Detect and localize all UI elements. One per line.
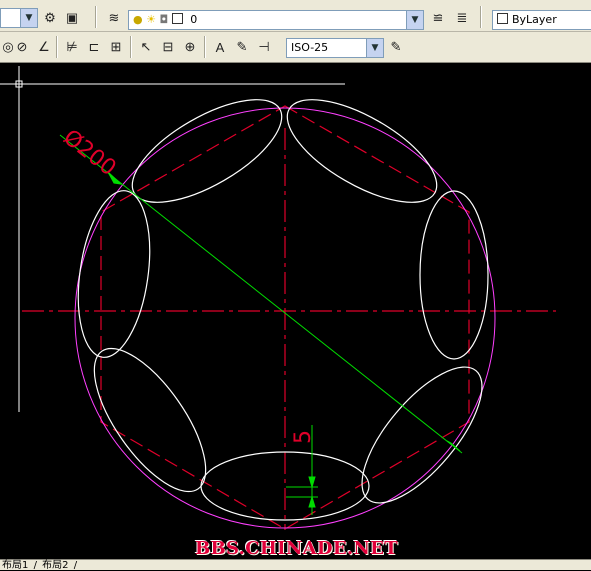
chevron-down-icon[interactable]: ▼ — [406, 11, 423, 29]
chevron-down-icon[interactable]: ▼ — [366, 39, 383, 57]
tab-layout-2[interactable]: 布局2 — [42, 560, 68, 571]
make-current-icon[interactable]: ≌ — [428, 8, 448, 28]
dim-text-edit-icon[interactable]: ✎ — [232, 37, 252, 57]
layer-name: 0 — [190, 13, 198, 26]
gear-icon[interactable]: ⚙ — [40, 8, 60, 28]
dimstyle-select[interactable]: ISO-25 ▼ — [286, 38, 384, 58]
toolbar-separator — [204, 36, 206, 58]
tolerance-icon[interactable]: ⊟ — [158, 37, 178, 57]
continue-dim-icon[interactable]: ⊞ — [106, 37, 126, 57]
dimension-label: 5 — [291, 430, 316, 444]
diameter-dim-icon[interactable]: ⊘ — [12, 37, 32, 57]
center-mark-icon[interactable]: ⊕ — [180, 37, 200, 57]
lock-icon: ◘ — [159, 13, 169, 26]
color-swatch-icon — [497, 13, 508, 24]
layer-manager-icon[interactable]: ≋ — [104, 8, 124, 28]
baseline-dim-icon[interactable]: ⊏ — [84, 37, 104, 57]
tab-separator: / — [73, 560, 78, 571]
toolbar-separator — [130, 36, 132, 58]
toolbar-separator — [95, 6, 97, 28]
dimension-toolbar: ◎ ⊘ ∠ ⊭ ⊏ ⊞ ↖ ⊟ ⊕ A ✎ ⊣ ISO-25 ▼ ✎ — [0, 32, 591, 63]
layer-toolbar: ▼ ⚙ ▣ ≋ ● ☀ ◘ 0 ▼ ≌ ≣ ByLayer — [0, 0, 591, 32]
sun-icon: ☀ — [146, 13, 156, 26]
angular-dim-icon[interactable]: ∠ — [34, 37, 54, 57]
linetype-select[interactable]: ByLayer — [492, 10, 591, 30]
leader-icon[interactable]: ↖ — [136, 37, 156, 57]
dimstyle-label: ISO-25 — [291, 41, 329, 54]
color-swatch-icon — [171, 13, 183, 24]
toolbar-separator — [480, 6, 482, 28]
linetype-label: ByLayer — [512, 13, 557, 26]
layout-tabs: 布局1 / 布局2 / — [0, 559, 591, 571]
tab-separator: / — [33, 560, 37, 571]
toolbar-separator — [56, 36, 58, 58]
dim-style-icon[interactable]: ✎ — [386, 37, 406, 57]
layer-select[interactable]: ● ☀ ◘ 0 ▼ — [128, 10, 424, 30]
dim-edit-icon[interactable]: A — [210, 37, 230, 57]
watermark: BBS.CHINADE.NET — [195, 538, 398, 559]
tab-layout-1[interactable]: 布局1 — [2, 560, 28, 571]
layer-previous-icon[interactable]: ≣ — [452, 8, 472, 28]
chevron-down-icon[interactable]: ▼ — [20, 9, 37, 27]
dim-update-icon[interactable]: ⊣ — [254, 37, 274, 57]
lightbulb-icon: ● — [133, 13, 143, 26]
drawing-canvas[interactable]: Ø200 5 — [0, 63, 591, 559]
quick-dim-icon[interactable]: ⊭ — [62, 37, 82, 57]
left-combo[interactable]: ▼ — [0, 8, 38, 28]
properties-icon[interactable]: ▣ — [62, 8, 82, 28]
